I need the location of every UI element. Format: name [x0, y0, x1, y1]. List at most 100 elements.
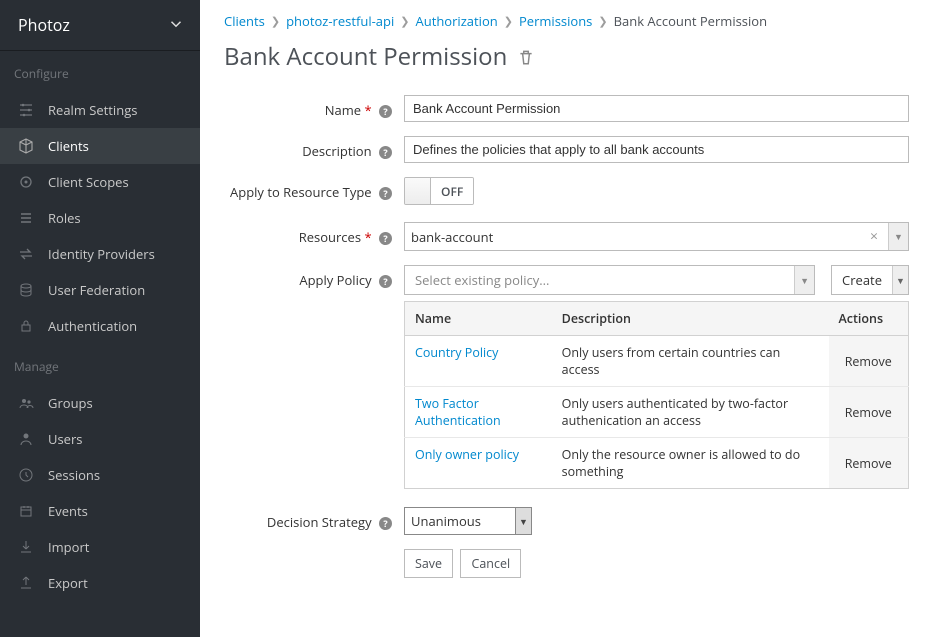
sidebar-item-import[interactable]: Import — [0, 529, 200, 565]
table-row: Two Factor Authentication Only users aut… — [405, 387, 909, 438]
sidebar-item-label: Users — [48, 430, 82, 448]
apply-resource-type-toggle[interactable]: OFF — [404, 177, 474, 205]
user-icon — [18, 431, 34, 447]
breadcrumb-client[interactable]: photoz-restful-api — [286, 12, 394, 30]
decision-strategy-select[interactable]: Unanimous ▼ — [404, 507, 532, 535]
chevron-right-icon: ❯ — [504, 14, 513, 29]
sidebar-item-sessions[interactable]: Sessions — [0, 457, 200, 493]
realm-selector[interactable]: Photoz — [0, 0, 200, 51]
description-input[interactable] — [404, 136, 909, 163]
policy-select-placeholder: Select existing policy... — [405, 266, 794, 294]
label-text: Decision Strategy — [267, 513, 372, 531]
sidebar-item-label: User Federation — [48, 281, 145, 299]
dropdown-icon[interactable]: ▼ — [888, 223, 908, 250]
export-icon — [18, 575, 34, 591]
remove-button[interactable]: Remove — [845, 404, 892, 421]
scope-icon — [18, 174, 34, 190]
section-manage-label: Manage — [0, 344, 200, 385]
sidebar-item-label: Realm Settings — [48, 101, 137, 119]
name-input[interactable] — [404, 95, 909, 122]
col-description: Description — [552, 302, 829, 336]
sidebar-item-label: Groups — [48, 394, 93, 412]
policy-select[interactable]: Select existing policy... ▼ — [404, 265, 815, 295]
sidebar-item-user-federation[interactable]: User Federation — [0, 272, 200, 308]
chevron-right-icon: ❯ — [400, 14, 409, 29]
form-row-name: Name * ? — [224, 95, 909, 122]
form-row-description: Description ? — [224, 136, 909, 163]
sidebar-item-label: Identity Providers — [48, 245, 155, 263]
resources-value: bank-account — [411, 228, 493, 246]
cancel-button[interactable]: Cancel — [460, 549, 521, 578]
form-row-apply-resource-type: Apply to Resource Type ? OFF — [224, 177, 909, 208]
help-icon[interactable]: ? — [379, 517, 392, 530]
sidebar-item-authentication[interactable]: Authentication — [0, 308, 200, 344]
chevron-down-icon — [170, 17, 182, 34]
breadcrumb-authorization[interactable]: Authorization — [416, 12, 498, 30]
sidebar-item-identity-providers[interactable]: Identity Providers — [0, 236, 200, 272]
help-icon[interactable]: ? — [379, 187, 392, 200]
sidebar-item-roles[interactable]: Roles — [0, 200, 200, 236]
realm-name: Photoz — [18, 14, 70, 36]
sidebar-item-realm-settings[interactable]: Realm Settings — [0, 92, 200, 128]
sidebar-item-events[interactable]: Events — [0, 493, 200, 529]
dropdown-icon[interactable]: ▼ — [794, 266, 814, 294]
create-policy-select[interactable]: Create ▼ — [831, 265, 909, 295]
clock-icon — [18, 467, 34, 483]
dropdown-icon: ▼ — [515, 508, 531, 534]
help-icon[interactable]: ? — [379, 275, 392, 288]
section-configure-label: Configure — [0, 51, 200, 92]
list-icon — [18, 210, 34, 226]
cube-icon — [18, 138, 34, 154]
import-icon — [18, 539, 34, 555]
label-name: Name * ? — [224, 95, 404, 119]
help-icon[interactable]: ? — [379, 105, 392, 118]
save-button[interactable]: Save — [404, 549, 453, 578]
sidebar-item-label: Client Scopes — [48, 173, 129, 191]
breadcrumb: Clients ❯ photoz-restful-api ❯ Authoriza… — [224, 12, 909, 30]
col-name: Name — [405, 302, 552, 336]
policy-description: Only users authenticated by two-factor a… — [552, 387, 829, 438]
table-row: Country Policy Only users from certain c… — [405, 336, 909, 387]
label-apply-resource-type: Apply to Resource Type ? — [224, 177, 404, 201]
sidebar-item-export[interactable]: Export — [0, 565, 200, 601]
lock-icon — [18, 318, 34, 334]
sidebar-item-label: Import — [48, 538, 89, 556]
sliders-icon — [18, 102, 34, 118]
required-icon: * — [364, 101, 371, 119]
sidebar-item-label: Sessions — [48, 466, 100, 484]
table-row: Only owner policy Only the resource owne… — [405, 438, 909, 489]
toggle-handle — [405, 178, 431, 204]
policy-link[interactable]: Only owner policy — [415, 446, 519, 463]
form-row-resources: Resources * ? bank-account × ▼ — [224, 222, 909, 251]
remove-button[interactable]: Remove — [845, 353, 892, 370]
help-icon[interactable]: ? — [379, 232, 392, 245]
help-icon[interactable]: ? — [379, 146, 392, 159]
resources-select[interactable]: bank-account × ▼ — [404, 222, 909, 251]
delete-button[interactable] — [517, 48, 535, 66]
sidebar-item-groups[interactable]: Groups — [0, 385, 200, 421]
clear-icon[interactable]: × — [866, 227, 882, 246]
exchange-icon — [18, 246, 34, 262]
required-icon: * — [364, 228, 371, 246]
policy-description: Only the resource owner is allowed to do… — [552, 438, 829, 489]
breadcrumb-permissions[interactable]: Permissions — [519, 12, 592, 30]
label-apply-policy: Apply Policy ? — [224, 265, 404, 289]
label-text: Name — [325, 101, 361, 119]
sidebar-item-client-scopes[interactable]: Client Scopes — [0, 164, 200, 200]
sidebar-item-clients[interactable]: Clients — [0, 128, 200, 164]
sidebar-item-label: Clients — [48, 137, 89, 155]
decision-strategy-value: Unanimous — [411, 512, 481, 530]
breadcrumb-clients[interactable]: Clients — [224, 12, 265, 30]
policy-link[interactable]: Country Policy — [415, 344, 498, 361]
remove-button[interactable]: Remove — [845, 455, 892, 472]
form-row-decision-strategy: Decision Strategy ? Unanimous ▼ — [224, 507, 909, 535]
policy-link[interactable]: Two Factor Authentication — [415, 395, 501, 429]
toggle-state: OFF — [431, 178, 473, 204]
dropdown-icon[interactable]: ▼ — [892, 266, 908, 294]
sidebar-item-label: Export — [48, 574, 88, 592]
page-title-row: Bank Account Permission — [224, 40, 909, 73]
sidebar-item-users[interactable]: Users — [0, 421, 200, 457]
calendar-icon — [18, 503, 34, 519]
label-text: Apply Policy — [299, 271, 371, 289]
label-text: Apply to Resource Type — [230, 183, 372, 201]
